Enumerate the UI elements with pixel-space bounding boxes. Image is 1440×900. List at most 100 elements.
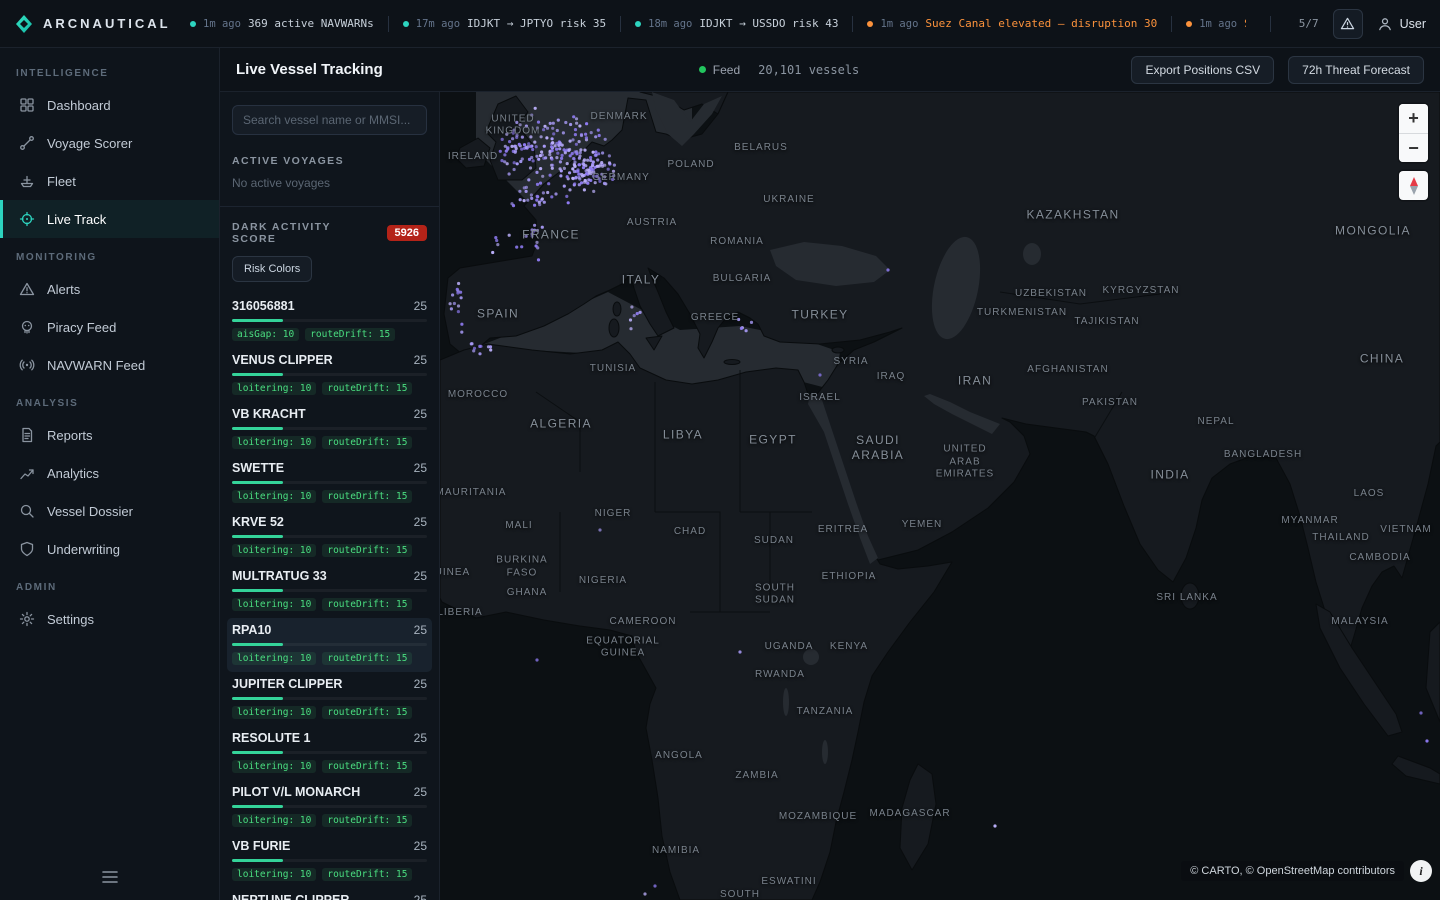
vessel-dot [489,348,492,351]
alerts-button[interactable] [1333,9,1363,39]
vessel-dot [459,291,462,294]
vessel-row[interactable]: VB KRACHT 25 loitering: 10routeDrift: 15 [227,402,432,456]
vessel-dot [535,145,538,148]
vessel-dot [568,148,571,151]
vessel-dot [585,172,588,175]
vessel-dot [494,236,497,239]
sidebar-item-analytics[interactable]: Analytics [0,454,219,492]
vessel-dot [598,528,601,531]
panel-divider [220,206,439,207]
vessel-score: 25 [414,515,427,529]
ticker-status-dot [635,21,641,27]
vessel-risk-tag: routeDrift: 15 [322,652,412,665]
vessel-row[interactable]: VENUS CLIPPER 25 loitering: 10routeDrift… [227,348,432,402]
vessel-dot [535,171,538,174]
vessel-row[interactable]: MULTRATUG 33 25 loitering: 10routeDrift:… [227,564,432,618]
vessel-dot [566,175,569,178]
map-canvas[interactable]: UNITED KINGDOMIRELANDDENMARKGERMANYPOLAN… [440,92,1440,900]
search-input[interactable] [232,105,427,135]
zoom-in-button[interactable]: + [1399,104,1428,133]
vessel-score-bar [232,697,427,700]
zoom-out-button[interactable]: − [1399,133,1428,162]
vessel-row[interactable]: SWETTE 25 loitering: 10routeDrift: 15 [227,456,432,510]
vessel-dot [530,114,533,117]
sidebar-item-live-track[interactable]: Live Track [0,200,219,238]
attribution-info-button[interactable]: i [1410,860,1432,882]
sidebar-item-alerts[interactable]: Alerts [0,270,219,308]
vessel-dot [451,293,454,296]
compass-button[interactable] [1399,171,1428,200]
sidebar-item-piracy-feed[interactable]: Piracy Feed [0,308,219,346]
export-positions-button[interactable]: Export Positions CSV [1131,56,1274,84]
vessel-row-header: SWETTE 25 [232,461,427,475]
vessel-dot [519,160,522,163]
compass-needle-icon [1406,177,1422,195]
sidebar-nav: INTELLIGENCEDashboardVoyage ScorerFleetL… [0,54,219,638]
user-menu[interactable]: User [1377,16,1426,32]
vessel-dot [592,151,595,154]
vessel-dot [491,251,494,254]
brand: ARCNAUTICAL [14,14,190,34]
vessel-row[interactable]: JUPITER CLIPPER 25 loitering: 10routeDri… [227,672,432,726]
vessel-dot [531,148,534,151]
ticker-time: 1m ago [203,18,241,30]
sidebar-item-settings[interactable]: Settings [0,600,219,638]
vessel-dot [513,168,516,171]
sidebar-collapse-button[interactable] [0,856,219,900]
risk-colors-button[interactable]: Risk Colors [232,256,312,282]
vessel-row[interactable]: NEPTUNE CLIPPER 25 loitering: 10routeDri… [227,888,432,900]
vessel-dot [539,182,542,185]
vessel-row-header: VB FURIE 25 [232,839,427,853]
vessel-row[interactable]: 316056881 25 aisGap: 10routeDrift: 15 [227,294,432,348]
sidebar-item-underwriting[interactable]: Underwriting [0,530,219,568]
sidebar-item-fleet[interactable]: Fleet [0,162,219,200]
sidebar-section-label: MONITORING [0,238,219,270]
vessel-dot [496,243,499,246]
sidebar-item-dashboard[interactable]: Dashboard [0,86,219,124]
vessel-row[interactable]: RESOLUTE 1 25 loitering: 10routeDrift: 1… [227,726,432,780]
vessel-score-bar [232,535,427,538]
vessel-dot [575,122,578,125]
sidebar-item-reports[interactable]: Reports [0,416,219,454]
vessel-dot [551,149,554,152]
vessel-row-header: VB KRACHT 25 [232,407,427,421]
ticker-item[interactable]: 1m ago369 active NAVWARNs [190,17,374,30]
feed-label: Feed [713,63,740,77]
vessel-row-header: MULTRATUG 33 25 [232,569,427,583]
vessel-score-bar-fill [232,697,283,700]
threat-forecast-button[interactable]: 72h Threat Forecast [1288,56,1424,84]
vessel-dot [527,142,530,145]
ticker-item[interactable]: 18m agoIDJKT → USSDO risk 43 [635,17,838,30]
vessel-dot [523,199,526,202]
vessel-row[interactable]: KRVE 52 25 loitering: 10routeDrift: 15 [227,510,432,564]
sidebar-item-navwarn-feed[interactable]: NAVWARN Feed [0,346,219,384]
vessel-dot [535,241,538,244]
vessel-row-header: VENUS CLIPPER 25 [232,353,427,367]
vessel-score-bar [232,859,427,862]
vessel-dot [520,148,523,151]
vessel-name: VB KRACHT [232,407,306,421]
sidebar-item-vessel-dossier[interactable]: Vessel Dossier [0,492,219,530]
vessel-dot [529,166,532,169]
ticker-item[interactable]: 17m agoIDJKT → JPTYO risk 35 [403,17,606,30]
sidebar-item-voyage-scorer[interactable]: Voyage Scorer [0,124,219,162]
vessel-dot [569,140,572,143]
vessel-row[interactable]: PILOT V/L MONARCH 25 loitering: 10routeD… [227,780,432,834]
vessel-score-bar-fill [232,589,283,592]
ticker-item[interactable]: 1m agoSuez Canal elevated — disruption 3… [867,17,1157,30]
vessel-score-bar-fill [232,751,283,754]
vessel-dot [543,201,546,204]
vessel-dot [505,150,508,153]
vessel-dot [518,143,521,146]
ticker-item[interactable]: 1m agoStrait [1186,17,1246,30]
vessel-dot [573,182,576,185]
vessel-dot [514,151,517,154]
vessel-list: 316056881 25 aisGap: 10routeDrift: 15 VE… [232,294,427,900]
vessel-score-bar [232,805,427,808]
vessel-tags: loitering: 10routeDrift: 15 [232,490,427,503]
vessel-dot [538,201,541,204]
vessel-row[interactable]: VB FURIE 25 loitering: 10routeDrift: 15 [227,834,432,888]
vessel-row[interactable]: RPA10 25 loitering: 10routeDrift: 15 [227,618,432,672]
vessel-dot [470,342,473,345]
feed-status-dot [699,66,706,73]
